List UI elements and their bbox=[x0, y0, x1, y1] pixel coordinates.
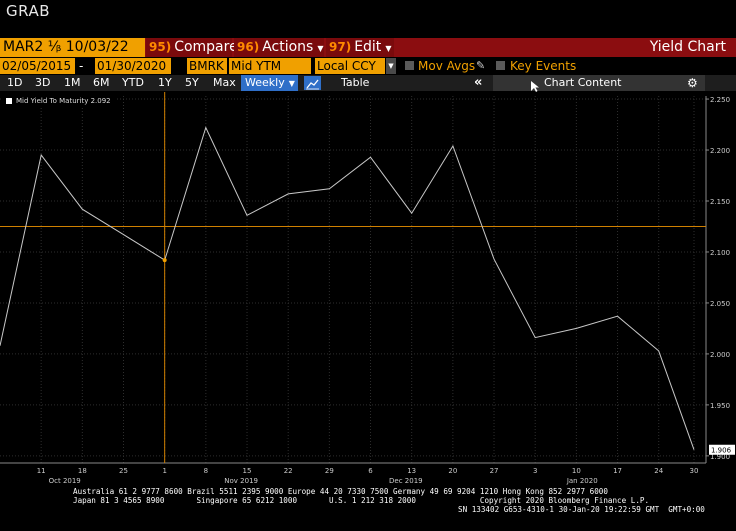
series-line-mid-yield bbox=[0, 126, 695, 450]
actions-badge: 96) bbox=[237, 40, 260, 54]
y-tick-label: 2.050 bbox=[710, 300, 730, 308]
chart-content-label: Chart Content bbox=[544, 76, 622, 89]
range-6m[interactable]: 6M bbox=[93, 75, 110, 91]
range-max[interactable]: Max bbox=[213, 75, 236, 91]
y-tick-label: 2.250 bbox=[710, 96, 730, 104]
chevron-down-icon: ▼ bbox=[317, 44, 324, 53]
x-tick-label: 10 bbox=[572, 467, 581, 475]
crosshair-marker bbox=[162, 258, 167, 263]
y-tick-label: 1.950 bbox=[710, 402, 730, 410]
mov-avgs-label: Mov Avgs bbox=[418, 59, 476, 73]
currency-dropdown-icon[interactable]: ▼ bbox=[386, 58, 396, 74]
range-1d[interactable]: 1D bbox=[7, 75, 22, 91]
chevron-down-icon: ▼ bbox=[288, 79, 295, 88]
edit-button[interactable]: 97) Edit ▼ bbox=[326, 38, 394, 57]
yield-chart[interactable]: 2.2502.2002.1502.1002.0502.0001.9501.900… bbox=[0, 92, 736, 486]
chevron-down-icon: ▼ bbox=[385, 44, 392, 53]
range-5y[interactable]: 5Y bbox=[185, 75, 199, 91]
compare-label: Compare bbox=[174, 39, 238, 55]
frequency-select[interactable]: Weekly ▼ bbox=[241, 75, 298, 91]
chart-legend: Mid Yield To Maturity 2.092 bbox=[2, 95, 115, 108]
currency-select[interactable]: Local CCY bbox=[315, 58, 385, 74]
x-tick-label: 25 bbox=[119, 467, 128, 475]
x-tick-label: 30 bbox=[690, 467, 699, 475]
screen-name: Yield Chart bbox=[649, 39, 726, 55]
gear-icon[interactable]: ⚙ bbox=[687, 75, 698, 91]
source-field[interactable]: BMRK bbox=[187, 58, 227, 74]
compare-button[interactable]: 95) Compare bbox=[146, 38, 238, 57]
edit-label: Edit bbox=[354, 39, 382, 55]
x-tick-label: 8 bbox=[204, 467, 208, 475]
last-value-label: 1.906 bbox=[711, 447, 732, 455]
legend-swatch bbox=[6, 98, 12, 104]
x-tick-label: 13 bbox=[407, 467, 416, 475]
footer: Australia 61 2 9777 8600 Brazil 5511 239… bbox=[0, 486, 736, 531]
x-tick-label: 29 bbox=[325, 467, 334, 475]
y-tick-label: 2.100 bbox=[710, 249, 730, 257]
x-tick-label: 18 bbox=[78, 467, 87, 475]
range-ytd[interactable]: YTD bbox=[122, 75, 144, 91]
x-month-label: Nov 2019 bbox=[224, 477, 258, 485]
x-tick-label: 1 bbox=[162, 467, 166, 475]
legend-label: Mid Yield To Maturity 2.092 bbox=[16, 97, 111, 105]
frequency-label: Weekly bbox=[245, 76, 285, 89]
yield-field-select[interactable]: Mid YTM bbox=[229, 58, 311, 74]
table-button[interactable]: Table bbox=[341, 75, 369, 91]
x-tick-label: 11 bbox=[37, 467, 46, 475]
pencil-icon[interactable]: ✎ bbox=[476, 58, 485, 74]
range-1y[interactable]: 1Y bbox=[158, 75, 172, 91]
security-field[interactable]: MAR2 ⅟ᵦ 10/03/22 bbox=[0, 38, 145, 57]
footer-session-line: SN 133402 G653-4310-1 30-Jan-20 19:22:59… bbox=[458, 505, 705, 514]
range-bar: 1D 3D 1M 6M YTD 1Y 5Y Max Weekly ▼ Table … bbox=[0, 75, 736, 92]
range-3d[interactable]: 3D bbox=[35, 75, 50, 91]
mov-avgs-checkbox[interactable] bbox=[405, 61, 414, 70]
edit-badge: 97) bbox=[329, 40, 352, 54]
y-tick-label: 2.200 bbox=[710, 147, 730, 155]
x-tick-label: 3 bbox=[533, 467, 537, 475]
actions-button[interactable]: 96) Actions ▼ bbox=[234, 38, 324, 57]
x-month-label: Oct 2019 bbox=[49, 477, 81, 485]
line-chart-icon[interactable] bbox=[304, 76, 321, 90]
end-date-field[interactable]: 01/30/2020 bbox=[95, 58, 171, 74]
actions-label: Actions bbox=[262, 39, 314, 55]
compare-badge: 95) bbox=[149, 40, 172, 54]
key-events-checkbox[interactable] bbox=[496, 61, 505, 70]
window-title: GRAB bbox=[6, 2, 50, 20]
command-bar: MAR2 ⅟ᵦ 10/03/22 95) Compare 96) Actions ▼ … bbox=[0, 38, 736, 57]
x-tick-label: 15 bbox=[243, 467, 252, 475]
start-date-field[interactable]: 02/05/2015 bbox=[0, 58, 75, 74]
y-tick-label: 2.000 bbox=[710, 351, 730, 359]
date-separator: - bbox=[79, 59, 84, 73]
y-tick-label: 2.150 bbox=[710, 198, 730, 206]
x-tick-label: 6 bbox=[368, 467, 373, 475]
footer-contact-line-2: Japan 81 3 4565 8900 Singapore 65 6212 1… bbox=[73, 496, 650, 505]
x-month-label: Jan 2020 bbox=[566, 477, 598, 485]
key-events-label: Key Events bbox=[510, 59, 577, 73]
x-tick-label: 22 bbox=[284, 467, 293, 475]
range-1m[interactable]: 1M bbox=[64, 75, 81, 91]
x-tick-label: 27 bbox=[490, 467, 499, 475]
x-tick-label: 24 bbox=[654, 467, 663, 475]
x-tick-label: 20 bbox=[448, 467, 457, 475]
x-month-label: Dec 2019 bbox=[389, 477, 423, 485]
options-bar: 02/05/2015 - 01/30/2020 BMRK Mid YTM Loc… bbox=[0, 58, 736, 74]
collapse-icon[interactable]: « bbox=[474, 75, 482, 91]
chart-content-panel[interactable]: Chart Content bbox=[493, 75, 705, 92]
x-tick-label: 17 bbox=[613, 467, 622, 475]
footer-contact-line-1: Australia 61 2 9777 8600 Brazil 5511 239… bbox=[73, 487, 608, 496]
